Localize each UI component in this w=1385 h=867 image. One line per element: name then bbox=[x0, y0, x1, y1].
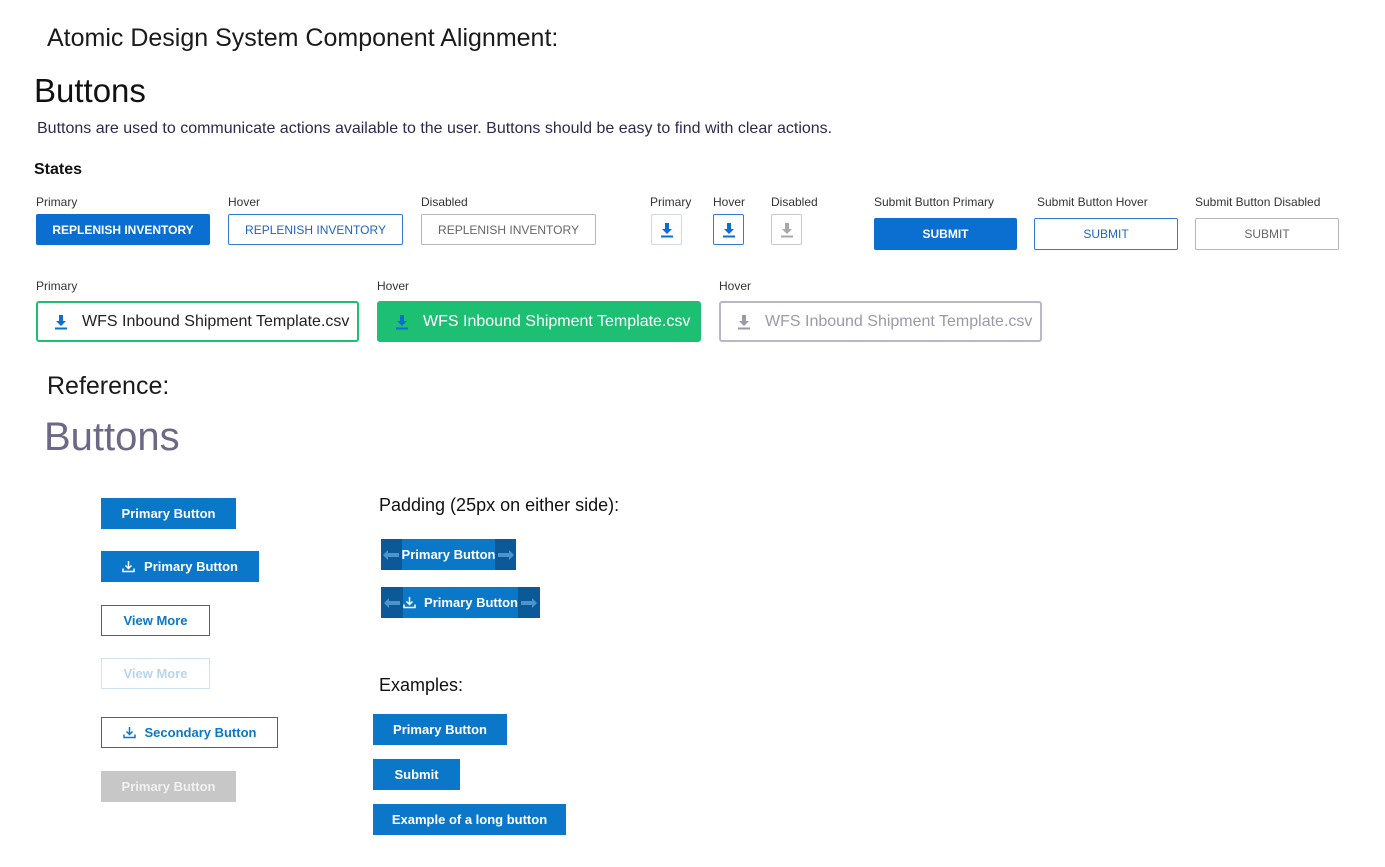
submit-state-label-disabled: Submit Button Disabled bbox=[1195, 195, 1321, 209]
left-padding-arrow bbox=[381, 539, 402, 570]
state-label-primary: Primary bbox=[36, 195, 78, 209]
reference-label: Reference: bbox=[47, 372, 170, 400]
left-padding-arrow bbox=[381, 587, 403, 618]
download-icon-hover-button[interactable] bbox=[713, 214, 744, 245]
ref-primary-disabled-button[interactable]: Primary Button bbox=[101, 771, 236, 802]
file-state-label-hover: Hover bbox=[377, 279, 410, 293]
replenish-inventory-disabled-button[interactable]: REPLENISH INVENTORY bbox=[421, 214, 596, 245]
button-label: Primary Button bbox=[401, 547, 496, 562]
file-download-disabled-button[interactable]: WFS Inbound Shipment Template.csv bbox=[719, 301, 1042, 342]
padding-demo-icon-button[interactable]: Primary Button bbox=[381, 587, 540, 618]
file-name-label: WFS Inbound Shipment Template.csv bbox=[423, 312, 691, 330]
ref-primary-button[interactable]: Primary Button bbox=[101, 498, 236, 529]
ref-view-more-disabled-button[interactable]: View More bbox=[101, 658, 210, 689]
right-padding-arrow bbox=[518, 587, 540, 618]
padding-heading: Padding (25px on either side): bbox=[379, 495, 620, 515]
file-download-hover-button[interactable]: WFS Inbound Shipment Template.csv bbox=[377, 301, 701, 342]
example-submit-button[interactable]: Submit bbox=[373, 759, 460, 790]
download-icon bbox=[780, 222, 793, 237]
section-description: Buttons are used to communicate actions … bbox=[37, 120, 833, 137]
examples-heading: Examples: bbox=[379, 675, 464, 695]
file-download-primary-button[interactable]: WFS Inbound Shipment Template.csv bbox=[36, 301, 359, 342]
page-title: Atomic Design System Component Alignment… bbox=[47, 24, 559, 52]
icon-state-label-hover: Hover bbox=[713, 195, 746, 209]
arrow-left-icon bbox=[383, 549, 400, 560]
right-padding-arrow bbox=[495, 539, 516, 570]
download-icon bbox=[55, 314, 67, 329]
button-label: Primary Button bbox=[424, 595, 518, 610]
arrow-left-icon bbox=[384, 597, 400, 608]
submit-hover-button[interactable]: SUBMIT bbox=[1034, 218, 1178, 250]
download-tray-icon bbox=[122, 561, 135, 573]
padding-demo-button[interactable]: Primary Button bbox=[381, 539, 516, 570]
download-icon bbox=[738, 314, 750, 329]
state-label-disabled: Disabled bbox=[421, 195, 468, 209]
arrow-right-icon bbox=[497, 549, 514, 560]
button-label: Secondary Button bbox=[144, 725, 257, 740]
submit-disabled-button[interactable]: SUBMIT bbox=[1195, 218, 1339, 250]
download-tray-icon bbox=[403, 597, 416, 609]
button-label: Primary Button bbox=[144, 559, 238, 574]
ref-view-more-button[interactable]: View More bbox=[101, 605, 210, 636]
replenish-inventory-primary-button[interactable]: REPLENISH INVENTORY bbox=[36, 214, 210, 245]
state-label-hover: Hover bbox=[228, 195, 261, 209]
download-tray-icon bbox=[122, 727, 136, 739]
submit-state-label-hover: Submit Button Hover bbox=[1037, 195, 1148, 209]
file-state-label-primary: Primary bbox=[36, 279, 78, 293]
submit-state-label-primary: Submit Button Primary bbox=[874, 195, 995, 209]
ref-secondary-icon-button[interactable]: Secondary Button bbox=[101, 717, 278, 748]
icon-state-label-disabled: Disabled bbox=[771, 195, 818, 209]
file-name-label: WFS Inbound Shipment Template.csv bbox=[765, 312, 1033, 330]
download-icon bbox=[722, 222, 735, 237]
example-long-button[interactable]: Example of a long button bbox=[373, 804, 566, 835]
arrow-right-icon bbox=[521, 597, 537, 608]
section-title: Buttons bbox=[34, 72, 146, 109]
ref-primary-icon-button[interactable]: Primary Button bbox=[101, 551, 259, 582]
example-primary-button[interactable]: Primary Button bbox=[373, 714, 507, 745]
reference-title: Buttons bbox=[44, 415, 180, 459]
download-icon-disabled-button[interactable] bbox=[771, 214, 802, 245]
download-icon bbox=[396, 314, 408, 329]
file-name-label: WFS Inbound Shipment Template.csv bbox=[82, 312, 350, 330]
download-icon bbox=[660, 222, 673, 237]
download-icon-primary-button[interactable] bbox=[651, 214, 682, 245]
submit-primary-button[interactable]: SUBMIT bbox=[874, 218, 1017, 250]
replenish-inventory-hover-button[interactable]: REPLENISH INVENTORY bbox=[228, 214, 403, 245]
icon-state-label-primary: Primary bbox=[650, 195, 692, 209]
states-heading: States bbox=[34, 161, 83, 178]
file-state-label-third: Hover bbox=[719, 279, 752, 293]
